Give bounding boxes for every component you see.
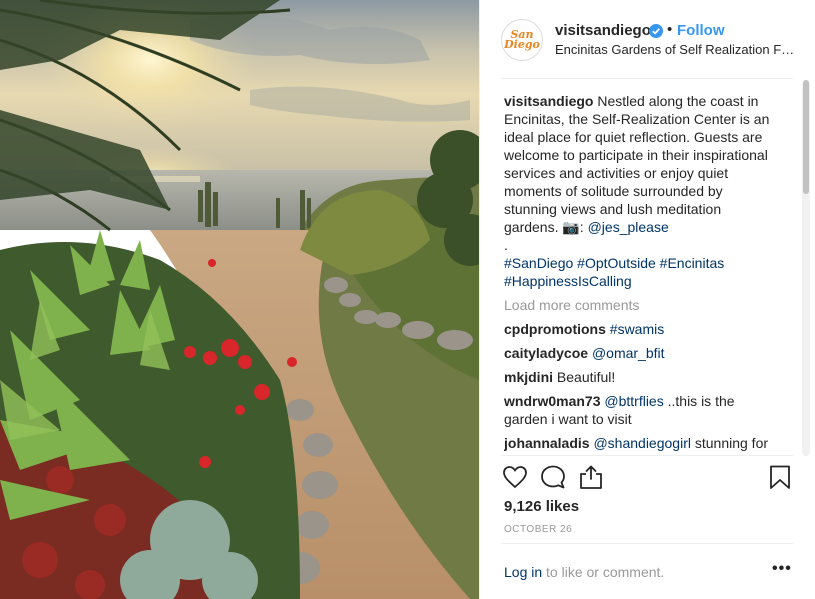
header-username[interactable]: visitsandiego — [555, 22, 651, 39]
comment-tag[interactable]: @bttrflies — [604, 393, 663, 409]
follow-button[interactable]: Follow — [677, 22, 725, 39]
comment: wndrw0man73 @bttrflies ..this is the gar… — [504, 392, 774, 428]
login-link[interactable]: Log in — [504, 564, 542, 580]
comment-username[interactable]: johannaladis — [504, 435, 590, 451]
comment-username[interactable]: wndrw0man73 — [504, 393, 600, 409]
comment-tag[interactable]: #swamis — [610, 321, 664, 337]
caption-mention[interactable]: @jes_please — [588, 219, 669, 235]
login-prompt: Log in to like or comment. — [504, 564, 664, 580]
load-more-comments-button[interactable]: Load more comments — [504, 296, 774, 314]
comment-username[interactable]: caityladycoe — [504, 345, 588, 361]
location-link[interactable]: Encinitas Gardens of Self Realization Fe… — [555, 42, 800, 57]
comment-text: Beautiful! — [556, 369, 616, 385]
bookmark-icon[interactable] — [767, 464, 793, 490]
heart-icon[interactable] — [502, 464, 528, 490]
footer-divider — [501, 543, 793, 544]
post-photo[interactable] — [0, 0, 479, 599]
login-prompt-text: to like or comment. — [542, 564, 665, 580]
comment-text: stunning for — [690, 435, 769, 451]
comment: johannaladis @shandiegogirl stunning for — [504, 434, 774, 452]
action-bar — [480, 456, 815, 500]
avatar[interactable]: San Diego — [501, 19, 543, 61]
comment-username[interactable]: cpdpromotions — [504, 321, 606, 337]
post-caption: visitsandiego Nestled along the coast in… — [504, 92, 774, 290]
comments-section: visitsandiego Nestled along the coast in… — [504, 92, 774, 456]
comment: cpdpromotions #swamis — [504, 320, 774, 338]
scrollbar-thumb[interactable] — [803, 80, 809, 194]
likes-count[interactable]: 9,126 likes — [504, 498, 579, 515]
verified-badge-icon — [649, 24, 663, 38]
comment-username[interactable]: mkjdini — [504, 369, 553, 385]
caption-period: . — [504, 237, 508, 253]
garden-path-image — [0, 0, 479, 599]
comment-tag[interactable]: @shandiegogirl — [593, 435, 691, 451]
post-side-panel: San Diego visitsandiego • Follow Encinita… — [479, 0, 815, 599]
caption-text: Nestled along the coast in Encinitas, th… — [504, 93, 770, 235]
more-options-button[interactable]: ••• — [772, 560, 792, 578]
comment: caityladycoe @omar_bfit — [504, 344, 774, 362]
caption-username[interactable]: visitsandiego — [504, 93, 593, 109]
share-icon[interactable] — [578, 464, 604, 490]
caption-hashtags[interactable]: #SanDiego #OptOutside #Encinitas #Happin… — [504, 254, 774, 290]
comments-scrollbar[interactable] — [802, 80, 810, 456]
separator-dot: • — [667, 21, 673, 38]
comment-icon[interactable] — [540, 464, 566, 490]
comment-tag[interactable]: @omar_bfit — [592, 345, 665, 361]
header-divider — [501, 78, 793, 79]
avatar-logo-text: San Diego — [504, 28, 540, 51]
post-date[interactable]: OCTOBER 26 — [504, 524, 572, 535]
comment: mkjdini Beautiful! — [504, 368, 774, 386]
post-header: San Diego visitsandiego • Follow Encinita… — [480, 0, 815, 78]
instagram-post: San Diego visitsandiego • Follow Encinita… — [0, 0, 815, 599]
